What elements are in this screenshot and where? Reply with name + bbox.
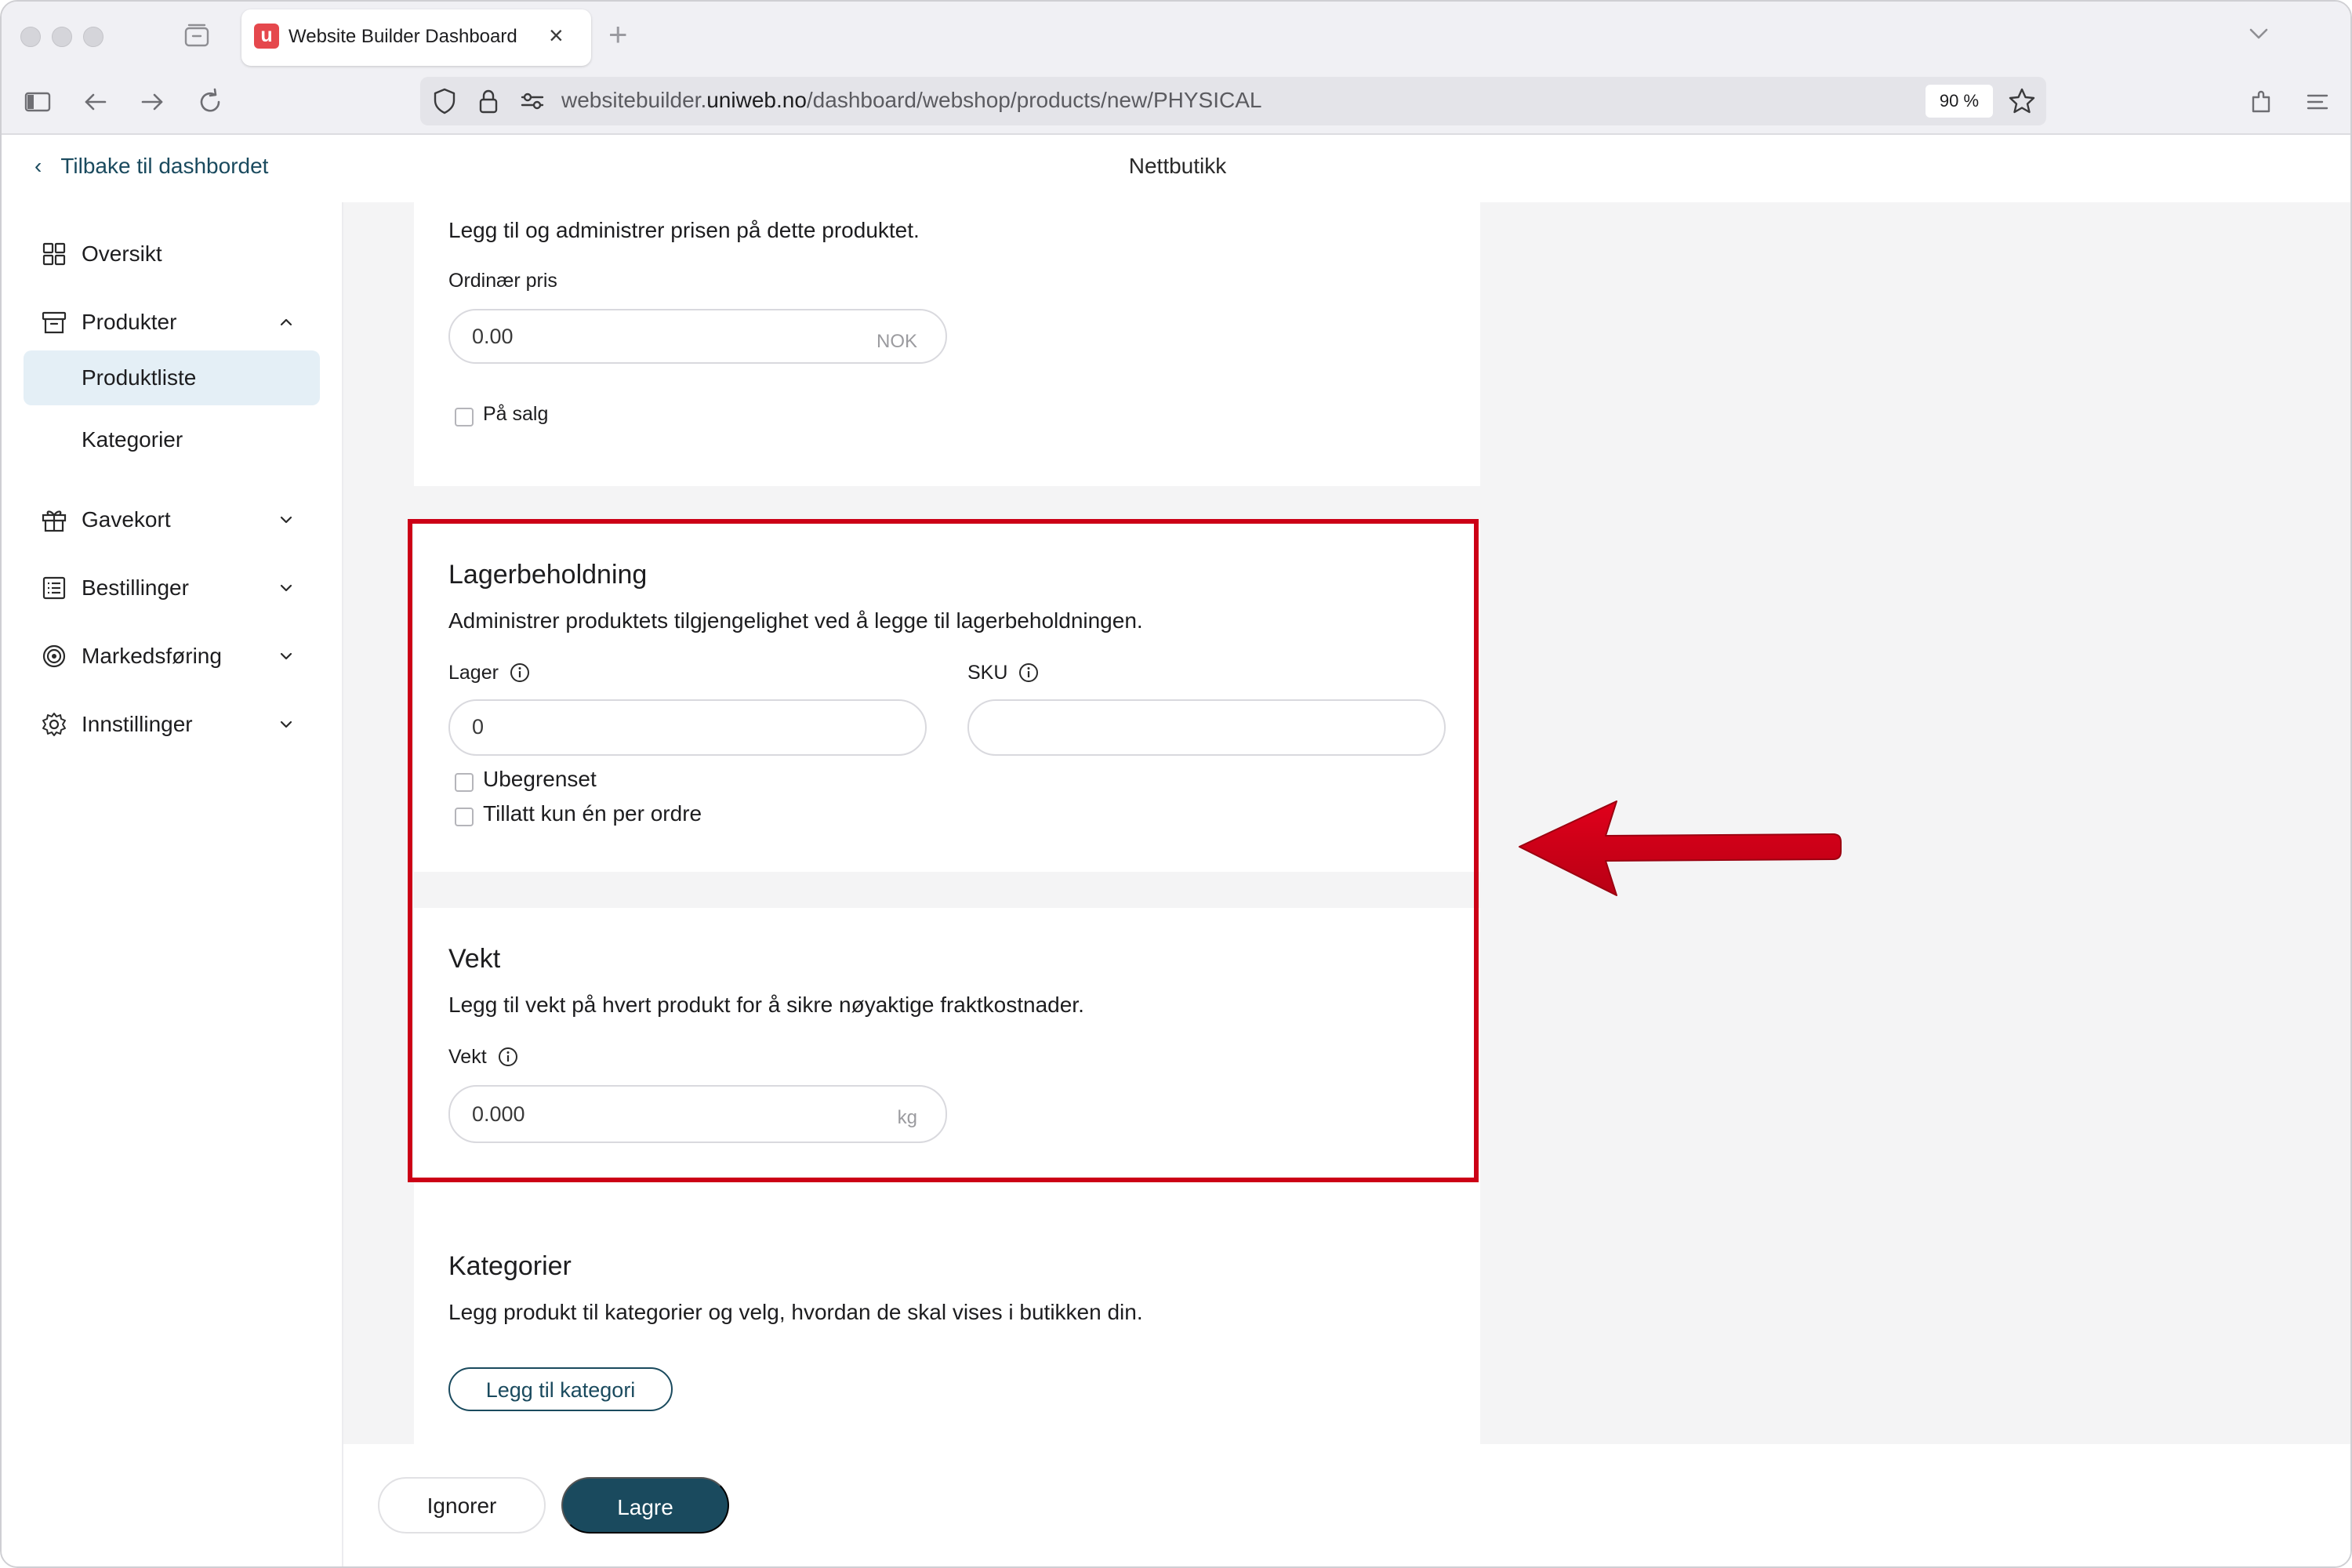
- back-arrow-icon[interactable]: [80, 86, 111, 118]
- gear-icon: [42, 713, 66, 736]
- browser-window: u Website Builder Dashboard × + websiteb…: [0, 0, 2352, 1568]
- tab-strip: u Website Builder Dashboard × +: [2, 2, 2350, 69]
- categories-card: Kategorier Legg produkt til kategorier o…: [414, 1214, 1480, 1449]
- sidebar-item-markedsforing[interactable]: Markedsføring: [2, 629, 342, 684]
- archive-box-icon: [42, 311, 67, 334]
- grid-icon: [42, 242, 66, 266]
- ordinary-price-input[interactable]: 0.00 NOK: [448, 309, 947, 364]
- minimize-window-button[interactable]: [52, 27, 72, 47]
- extensions-icon[interactable]: [2245, 86, 2277, 118]
- chevron-down-icon: [280, 516, 292, 524]
- price-card: Legg til og administrer prisen på dette …: [414, 202, 1480, 486]
- currency-unit: NOK: [876, 331, 917, 352]
- price-description: Legg til og administrer prisen på dette …: [448, 218, 920, 242]
- chevron-down-icon: [280, 720, 292, 728]
- new-tab-icon[interactable]: +: [608, 16, 628, 53]
- chevron-up-icon: [280, 318, 292, 326]
- target-icon: [42, 644, 66, 668]
- menu-icon[interactable]: [2302, 86, 2333, 118]
- shield-icon[interactable]: [430, 86, 459, 116]
- reload-icon[interactable]: [194, 86, 226, 118]
- chevron-down-icon: [280, 584, 292, 592]
- uniweb-favicon-icon: u: [254, 24, 279, 49]
- list-icon: [42, 576, 66, 600]
- sidebar-item-produkter[interactable]: Produkter: [2, 295, 342, 350]
- sidebar-item-innstillinger[interactable]: Innstillinger: [2, 697, 342, 752]
- ignore-button[interactable]: Ignorer: [378, 1477, 546, 1534]
- footer-actions: Ignorer Lagre: [343, 1444, 2350, 1566]
- sidebar-item-label: Produkter: [82, 310, 177, 334]
- lock-icon[interactable]: [474, 86, 503, 116]
- close-tab-icon[interactable]: ×: [549, 21, 564, 49]
- chevron-down-icon[interactable]: [2245, 20, 2272, 47]
- browser-tab[interactable]: u Website Builder Dashboard ×: [241, 9, 591, 66]
- sidebar-item-gavekort[interactable]: Gavekort: [2, 492, 342, 547]
- sidebar-item-kategorier[interactable]: Kategorier: [24, 412, 320, 467]
- permissions-icon[interactable]: [517, 86, 547, 116]
- page-header: ‹ Tilbake til dashbordet Nettbutikk: [2, 135, 2350, 204]
- sidebar-item-label: Innstillinger: [82, 712, 193, 736]
- sidebar-item-label: Bestillinger: [82, 575, 189, 600]
- tab-title: Website Builder Dashboard: [289, 26, 517, 47]
- gift-icon: [42, 510, 67, 532]
- back-link-label: Tilbake til dashbordet: [60, 154, 269, 178]
- sidebar-item-label: Kategorier: [82, 427, 183, 452]
- zoom-window-button[interactable]: [83, 27, 103, 47]
- page-title: Nettbutikk: [1128, 154, 1227, 178]
- sidebar-item-label: Produktliste: [82, 365, 197, 390]
- categories-title: Kategorier: [448, 1251, 572, 1281]
- zoom-level-badge[interactable]: 90 %: [1926, 85, 1993, 118]
- add-category-button[interactable]: Legg til kategori: [448, 1367, 673, 1411]
- ordinary-price-label: Ordinær pris: [448, 270, 557, 292]
- bookmark-star-icon[interactable]: [2007, 86, 2037, 116]
- url-text[interactable]: websitebuilder.uniweb.no/dashboard/websh…: [561, 88, 1261, 113]
- on-sale-label: På salg: [483, 403, 549, 425]
- chevron-left-icon: ‹: [34, 154, 42, 178]
- address-bar[interactable]: websitebuilder.uniweb.no/dashboard/websh…: [420, 77, 2046, 125]
- sidebar: Oversikt Produkter Produktliste Kategori…: [2, 202, 343, 1566]
- sidebar-item-label: Gavekort: [82, 507, 171, 532]
- sidebar-item-produktliste[interactable]: Produktliste: [24, 350, 320, 405]
- on-sale-checkbox[interactable]: [455, 408, 474, 426]
- back-to-dashboard-link[interactable]: ‹ Tilbake til dashbordet: [34, 154, 268, 179]
- sidebar-item-bestillinger[interactable]: Bestillinger: [2, 561, 342, 615]
- forward-arrow-icon[interactable]: [136, 86, 168, 118]
- categories-description: Legg produkt til kategorier og velg, hvo…: [448, 1300, 1143, 1324]
- sidebar-item-label: Oversikt: [82, 241, 162, 266]
- sidebar-item-label: Markedsføring: [82, 644, 222, 668]
- tab-overview-icon[interactable]: [183, 22, 210, 49]
- navigation-toolbar: websitebuilder.uniweb.no/dashboard/websh…: [2, 69, 2350, 135]
- annotation-highlight-box: [408, 519, 1479, 1182]
- annotation-arrow-icon: [1519, 800, 1842, 896]
- sidebar-toggle-icon[interactable]: [22, 86, 53, 118]
- sidebar-item-oversikt[interactable]: Oversikt: [2, 227, 342, 281]
- close-window-button[interactable]: [20, 27, 41, 47]
- save-button[interactable]: Lagre: [561, 1477, 729, 1534]
- chevron-down-icon: [280, 652, 292, 660]
- ordinary-price-value: 0.00: [472, 325, 514, 348]
